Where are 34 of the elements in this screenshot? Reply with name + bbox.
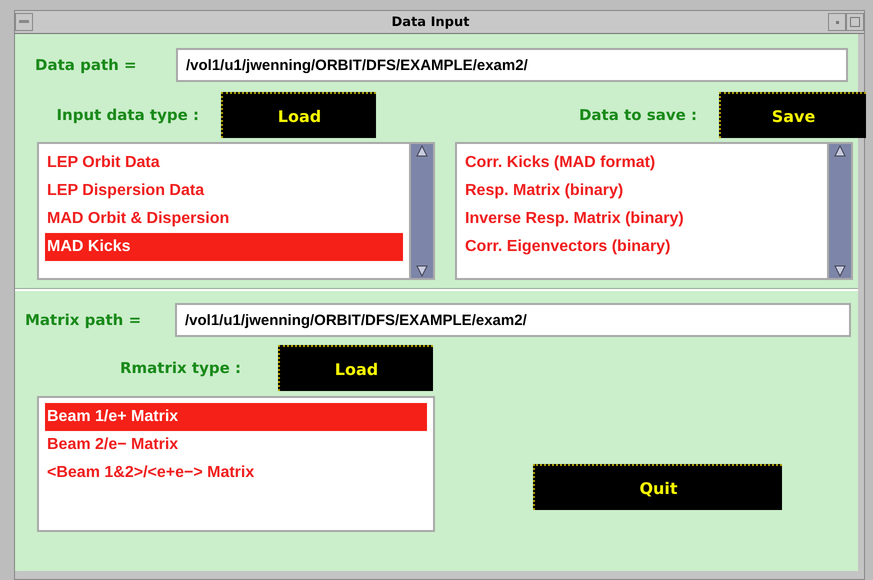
list-item[interactable]: Corr. Eigenvectors (binary) [463,233,821,261]
down-arrow-icon[interactable] [833,264,847,278]
minimize-button[interactable] [828,13,846,31]
up-arrow-icon[interactable] [833,144,847,158]
list-item[interactable]: Beam 2/e− Matrix [45,431,427,459]
field-label: Matrix path = [25,311,142,329]
square-icon [850,17,860,27]
quit-button[interactable]: Quit [533,464,782,510]
list-item[interactable]: LEP Dispersion Data [45,177,403,205]
window-title: Data Input [390,14,470,30]
list-item[interactable]: Corr. Kicks (MAD format) [463,149,821,177]
list-item[interactable]: MAD Orbit & Dispersion [45,205,403,233]
down-arrow-icon[interactable] [415,264,429,278]
section-label: Rmatrix type : [119,359,242,377]
input-field[interactable]: /vol1/u1/jwenning/ORBIT/DFS/EXAMPLE/exam2/ [176,48,848,82]
minus-icon [19,20,29,24]
scrollbar[interactable] [409,144,433,278]
list-item[interactable]: <Beam 1&2>/<e+e−> Matrix [45,459,427,487]
list-item[interactable]: Inverse Resp. Matrix (binary) [463,205,821,233]
section-label: Data to save : [578,106,698,124]
save-button[interactable]: Save [719,92,866,138]
maximize-button[interactable] [846,13,864,31]
list-item[interactable]: Beam 1/e+ Matrix [45,403,427,431]
up-arrow-icon[interactable] [415,144,429,158]
window-menu-button[interactable] [15,13,33,31]
list-item[interactable]: LEP Orbit Data [45,149,403,177]
input-field[interactable]: /vol1/u1/jwenning/ORBIT/DFS/EXAMPLE/exam2/ [175,303,851,337]
list-item[interactable]: Resp. Matrix (binary) [463,177,821,205]
section-label: Input data type : [55,106,200,124]
scrollbar[interactable] [827,144,851,278]
list-item[interactable]: MAD Kicks [45,233,403,261]
load-button[interactable]: Load [221,92,376,138]
field-label: Data path = [35,56,138,74]
load-button[interactable]: Load [278,345,433,391]
